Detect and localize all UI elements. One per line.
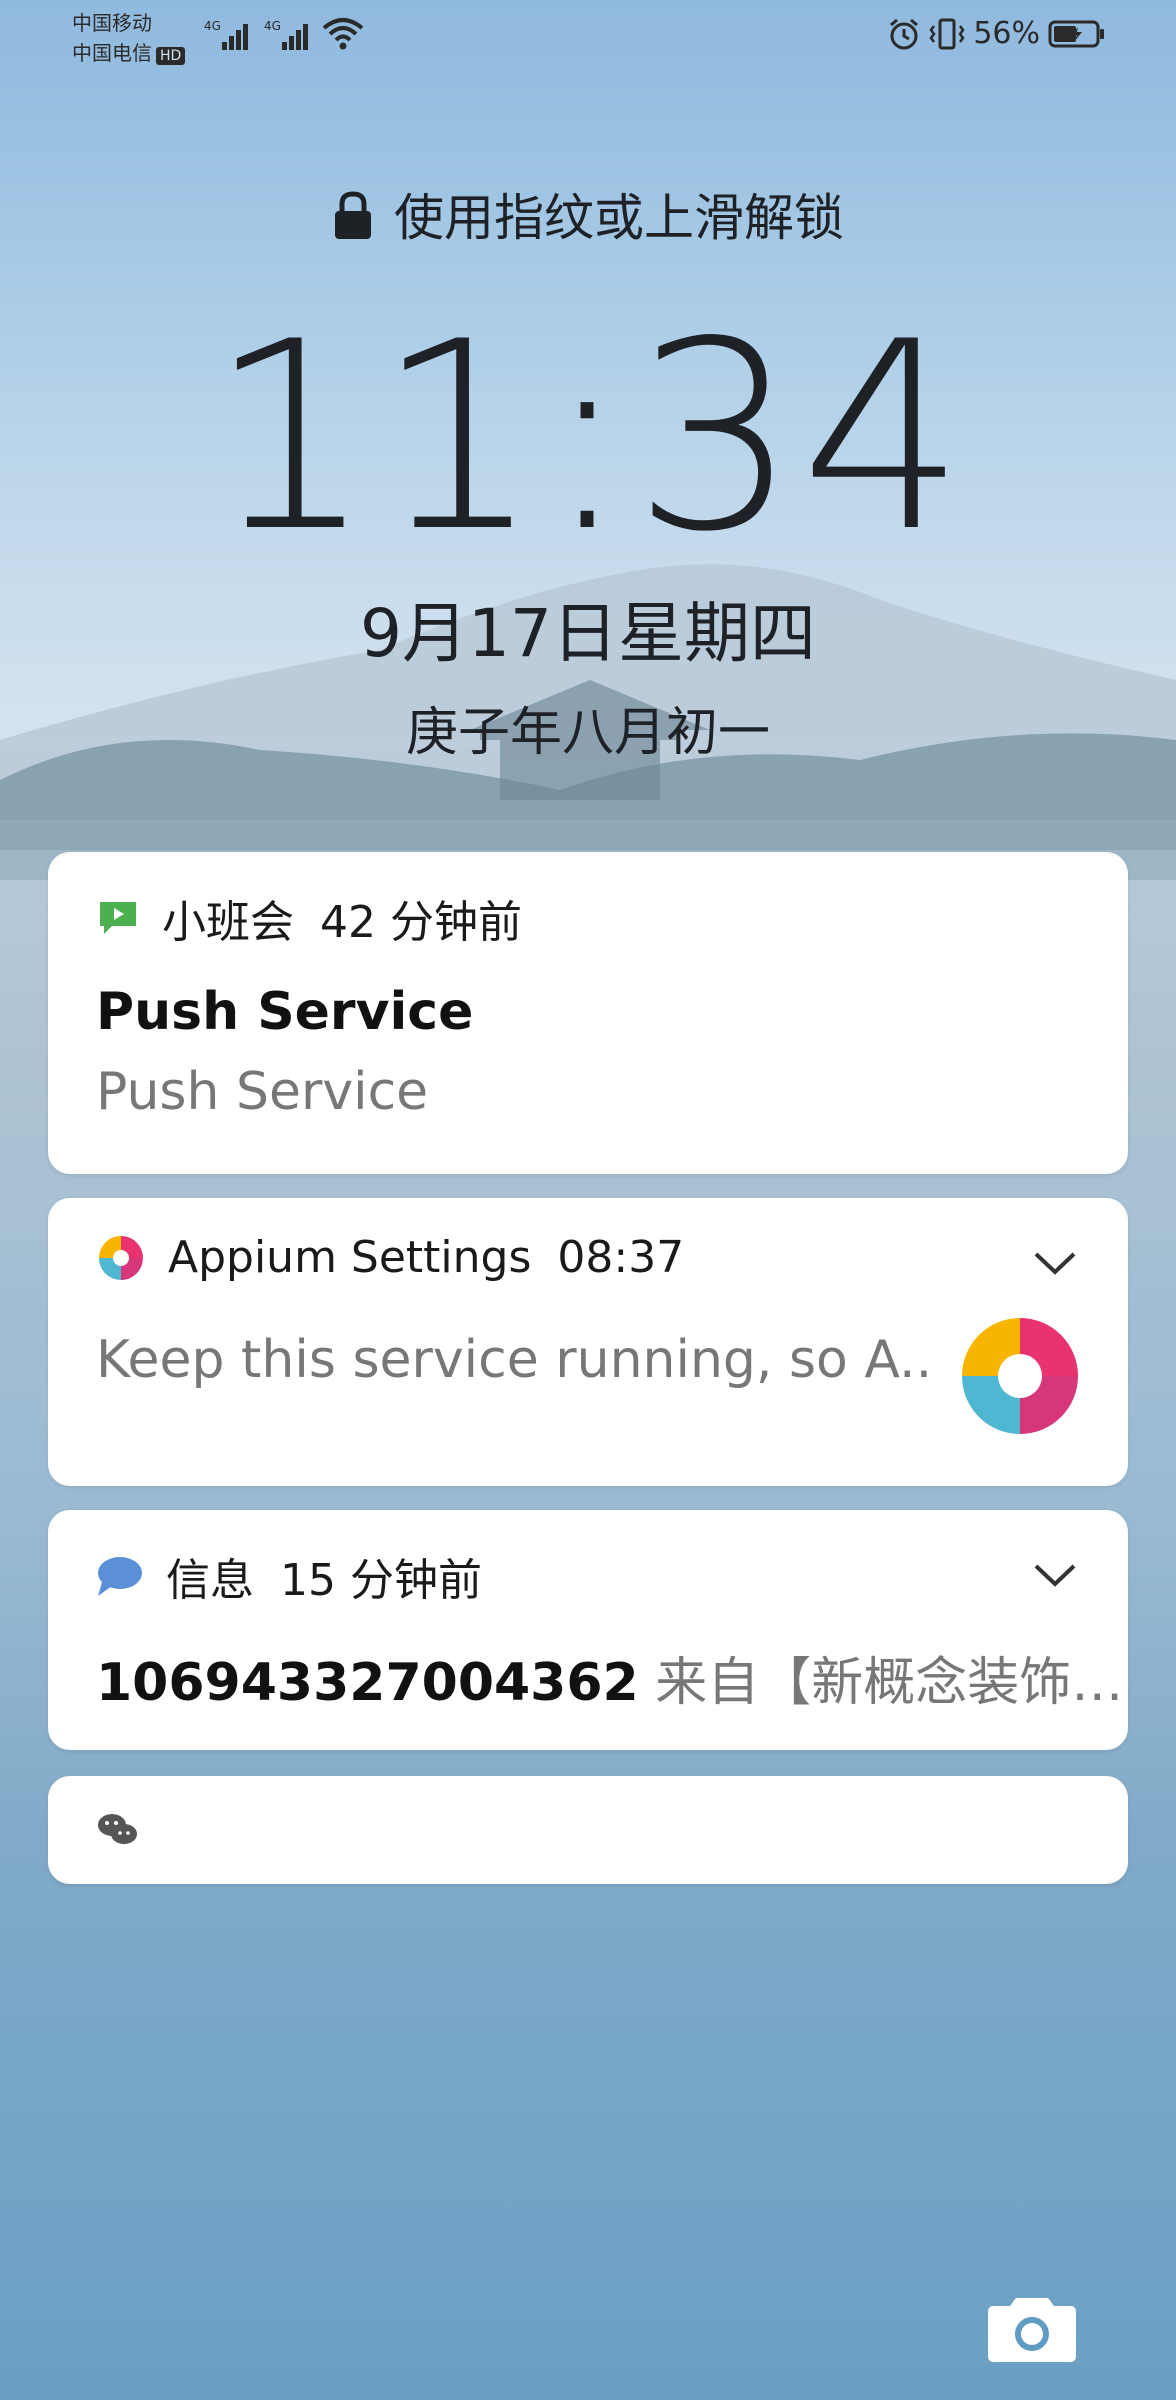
alarm-icon [890,18,919,49]
notification-time: 15 分钟前 [280,1555,482,1606]
lunar-date: 庚子年八月初一 [405,703,770,763]
notification-time: 08:37 [557,1232,685,1283]
carrier-info: 中国移动 中国电信 HD [72,8,186,68]
unlock-hint-text: 使用指纹或上滑解锁 [394,189,844,247]
message-bubble-icon [98,1557,142,1596]
carrier-2: 中国电信 [72,41,152,65]
appium-large-icon [962,1318,1078,1434]
status-right: 56% [887,16,1106,51]
app-name: Appium Settings [168,1232,532,1283]
app-name: 小班会 [162,897,294,948]
notification-title: Push Service [96,982,474,1042]
unlock-hint: 使用指纹或上滑解锁 [0,178,1176,250]
date-text: 9月17日星期四 [360,595,816,672]
signal-1-icon: 4G [204,19,248,50]
notification-card-xiaobanhui[interactable]: 小班会 42 分钟前 Push Service Push Service [48,852,1128,1174]
signal-2-icon: 4G [264,19,308,50]
notification-time: 42 分钟前 [320,897,522,948]
clock-time: 11:34 [208,287,968,589]
notification-body: Keep this service running, so A.. [96,1330,933,1390]
notification-card-wechat[interactable] [48,1776,1128,1884]
wifi-icon [322,18,364,50]
hd-badge: HD [156,47,186,65]
carrier-1: 中国移动 [72,11,152,35]
lock-icon [335,191,371,239]
vibrate-icon [929,18,965,49]
notification-card-appium[interactable]: Appium Settings 08:37 Keep this service … [48,1198,1128,1486]
notification-header: Appium Settings 08:37 [96,1232,684,1283]
net-type-2: 4G [264,19,281,33]
message-preview: 来自【新概念装饰… [655,1653,1124,1713]
battery-percent: 56% [973,16,1040,51]
notification-card-messages[interactable]: 信息 15 分钟前 106943327004362 来自【新概念装饰… [48,1510,1128,1750]
battery-icon [1048,20,1104,47]
video-chat-icon [100,902,136,934]
notification-body: 106943327004362 来自【新概念装饰… [96,1640,1123,1715]
sender-number: 106943327004362 [96,1653,639,1713]
wechat-icon [98,1814,137,1844]
status-bar: 中国移动 中国电信 HD 4G 4G 56% [0,0,1176,76]
expand-chevron-icon[interactable] [1032,1250,1078,1278]
net-type-1: 4G [204,19,221,33]
camera-icon[interactable] [986,2290,1078,2364]
appium-icon [99,1235,143,1280]
notification-header: 信息 15 分钟前 [96,1544,482,1608]
notification-body: Push Service [96,1062,429,1122]
notification-header: 小班会 42 分钟前 [96,886,522,950]
app-name: 信息 [166,1555,254,1606]
expand-chevron-icon[interactable] [1032,1562,1078,1590]
